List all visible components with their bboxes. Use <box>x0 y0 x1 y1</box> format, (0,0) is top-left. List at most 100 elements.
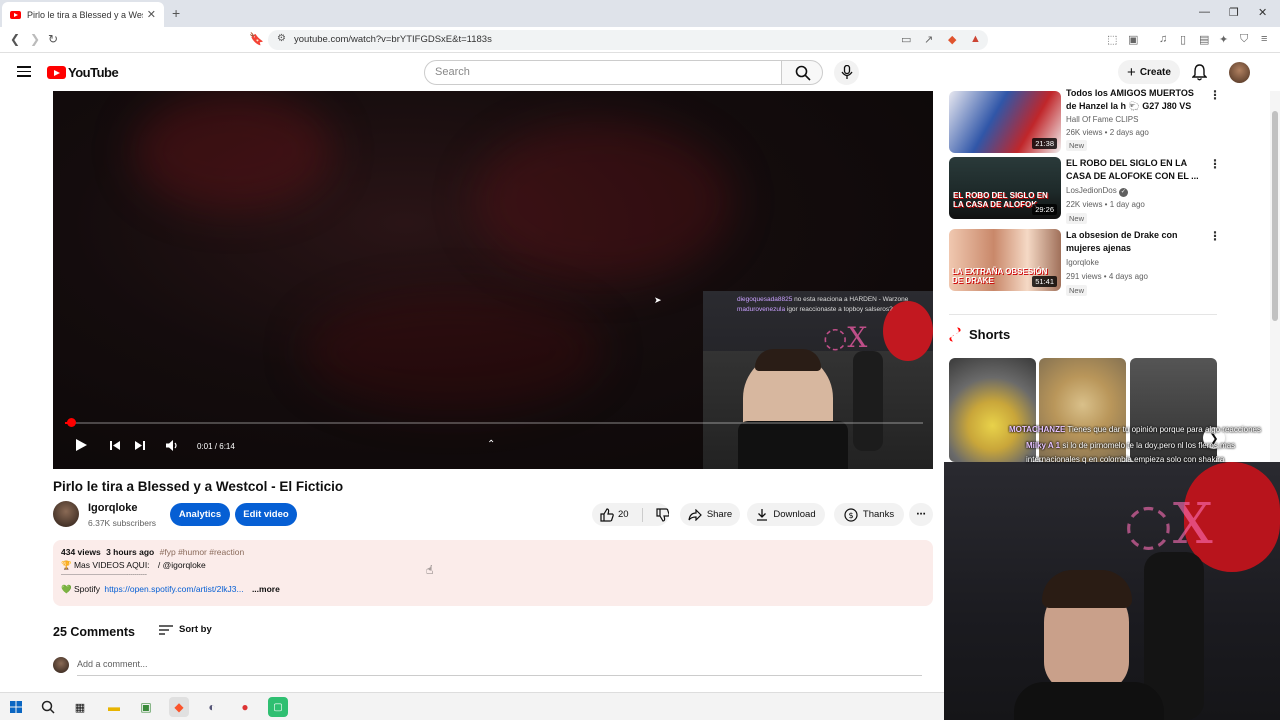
hashtags[interactable]: #fyp #humor #reaction <box>160 547 245 557</box>
chat-user: MOTACHANZE <box>1009 425 1066 434</box>
hamburger-menu-icon[interactable] <box>17 66 31 77</box>
next-icon[interactable] <box>135 441 145 450</box>
browser-tab[interactable]: Pirlo le tira a Blessed y a Westco ✕ <box>2 2 164 27</box>
volume-icon[interactable] <box>166 440 178 451</box>
recommended-video[interactable]: EL ROBO DEL SIGLO EN LA CASA DE ALOFOK 29… <box>949 157 1221 224</box>
new-tab-icon[interactable]: + <box>172 5 180 21</box>
description-line: Mas VIDEOS AQUI: <box>73 560 150 570</box>
tab-close-icon[interactable]: ✕ <box>147 8 156 21</box>
more-actions-icon[interactable]: ⋯ <box>909 503 933 526</box>
extensions-icon[interactable]: ⬚ <box>1107 33 1117 46</box>
play-icon[interactable] <box>75 438 88 452</box>
recommended-channel[interactable]: LosJedionDos ✓ <box>1066 186 1128 197</box>
vpn-icon[interactable]: ⛉ <box>1240 33 1248 46</box>
search-button[interactable] <box>781 60 823 85</box>
recommended-title[interactable]: Todos los AMIGOS MUERTOS de Hanzel la h … <box>1066 87 1201 114</box>
sort-by-button[interactable]: Sort by <box>159 624 212 635</box>
forward-icon[interactable]: ❯ <box>30 32 40 46</box>
share-button[interactable]: Share <box>680 503 740 526</box>
show-more-button[interactable]: ...more <box>252 584 280 594</box>
address-bar[interactable]: ⚙ youtube.com/watch?v=brYTIFGDSxE&t=1183… <box>268 30 988 50</box>
cast-icon[interactable]: ▭ <box>901 33 911 46</box>
site-settings-icon[interactable]: ⚙ <box>277 33 286 44</box>
page-scrollbar[interactable] <box>1270 91 1280 462</box>
voice-search-button[interactable] <box>834 60 859 85</box>
view-count: 434 views <box>61 547 101 557</box>
recommended-video[interactable]: LA EXTRAÑA OBSESIÓN DE DRAKE 51:41 La obs… <box>949 229 1221 296</box>
restore-icon[interactable]: ❐ <box>1229 6 1239 19</box>
reload-icon[interactable]: ↻ <box>48 32 58 46</box>
description-box[interactable]: 434 views 3 hours ago #fyp #humor #react… <box>53 540 933 606</box>
video-player[interactable]: ◌X diegoquesada8825 no esta reaciona a H… <box>53 91 933 469</box>
share-page-icon[interactable]: ↗ <box>924 33 933 46</box>
windows-taskbar: ▦ ▬ ▣ ◆ ◐ ● ▢ <box>0 692 944 720</box>
back-icon[interactable]: ❮ <box>10 32 20 46</box>
channel-name[interactable]: Igorqloke <box>88 502 138 514</box>
minimize-icon[interactable]: — <box>1199 6 1210 18</box>
svg-text:$: $ <box>848 511 853 520</box>
browser-tab-bar: Pirlo le tira a Blessed y a Westco ✕ + —… <box>0 0 1280 27</box>
add-comment-input[interactable]: Add a comment... <box>77 659 922 676</box>
thumbs-down-icon[interactable] <box>655 507 669 522</box>
progress-scrubber[interactable] <box>67 418 76 427</box>
recommended-title[interactable]: EL ROBO DEL SIGLO EN LA CASA DE ALOFOKE … <box>1066 157 1201 183</box>
more-options-icon[interactable]: ⋮ <box>1209 88 1221 102</box>
upload-age: 3 hours ago <box>106 547 155 557</box>
app-icon[interactable]: ◐ <box>202 697 222 717</box>
file-explorer-icon[interactable]: ▬ <box>104 697 124 717</box>
notifications-bell-icon[interactable] <box>1192 64 1207 81</box>
previous-icon[interactable] <box>110 441 120 450</box>
recommended-title[interactable]: La obsesion de Drake con mujeres ajenas <box>1066 229 1201 255</box>
media-icon[interactable]: ♫ <box>1159 33 1167 45</box>
thanks-button[interactable]: $ Thanks <box>834 503 904 526</box>
chat-user: Milky A 1 <box>1026 441 1061 450</box>
store-icon[interactable]: ▣ <box>136 697 156 717</box>
brave-rewards-icon[interactable]: ▲ <box>970 33 981 45</box>
youtube-header: YouTube Search + Create <box>0 53 1280 91</box>
scrollbar-thumb[interactable] <box>1272 111 1278 321</box>
more-options-icon[interactable]: ⋮ <box>1209 229 1221 243</box>
recommended-meta: 22K views • 1 day ago <box>1066 200 1145 209</box>
webcam-chat-overlay: MOTACHANZE Tienes que dar tu opinión por… <box>1000 423 1270 467</box>
channel-handle-link[interactable]: / @igorqloke <box>158 560 206 570</box>
taskbar-search-icon[interactable] <box>38 697 58 717</box>
youtube-logo[interactable]: YouTube <box>47 65 119 80</box>
sidebar-toggle-icon[interactable]: ▯ <box>1180 33 1186 46</box>
close-window-icon[interactable]: ✕ <box>1258 6 1267 19</box>
windows-start-icon[interactable] <box>6 697 26 717</box>
wallet-icon[interactable]: ▤ <box>1199 33 1209 46</box>
video-thumbnail[interactable]: 21:38 <box>949 91 1061 153</box>
brave-browser-icon[interactable]: ◆ <box>169 697 189 717</box>
new-badge: New <box>1066 285 1088 296</box>
account-avatar[interactable] <box>1229 62 1250 83</box>
download-button[interactable]: Download <box>747 503 825 526</box>
sort-icon <box>159 624 173 635</box>
progress-bar[interactable] <box>65 418 923 427</box>
recommended-video[interactable]: 21:38 Todos los AMIGOS MUERTOS de Hanzel… <box>949 88 1221 153</box>
menu-icon[interactable]: ≡ <box>1261 33 1267 45</box>
video-thumbnail[interactable]: LA EXTRAÑA OBSESIÓN DE DRAKE 51:41 <box>949 229 1061 291</box>
recommended-channel[interactable]: Hall Of Fame CLIPS <box>1066 115 1138 124</box>
channel-avatar[interactable] <box>53 501 79 527</box>
recommended-channel[interactable]: Igorqloke <box>1066 258 1099 267</box>
edit-video-button[interactable]: Edit video <box>235 503 297 526</box>
bookmark-icon[interactable]: 🔖 <box>249 32 264 46</box>
screenshot-icon[interactable]: ▣ <box>1128 33 1138 46</box>
brave-shields-icon[interactable]: ◆ <box>948 33 956 46</box>
analytics-button[interactable]: Analytics <box>170 503 230 526</box>
like-button[interactable]: 20 <box>600 507 629 522</box>
search-input[interactable]: Search <box>424 60 782 85</box>
create-button[interactable]: + Create <box>1118 60 1180 84</box>
video-thumbnail[interactable]: EL ROBO DEL SIGLO EN LA CASA DE ALOFOK 29… <box>949 157 1061 219</box>
app-icon[interactable]: ▢ <box>268 697 288 717</box>
video-duration: 21:38 <box>1032 138 1057 149</box>
task-view-icon[interactable]: ▦ <box>70 697 90 717</box>
chevron-up-icon[interactable]: ⌃ <box>487 439 495 450</box>
browser-nav-bar: ❮ ❯ ↻ 🔖 ⚙ youtube.com/watch?v=brYTIFGDSx… <box>0 27 1280 53</box>
microphone-prop <box>853 351 883 451</box>
more-options-icon[interactable]: ⋮ <box>1209 157 1221 171</box>
app-icon[interactable]: ● <box>235 697 255 717</box>
share-label: Share <box>706 509 733 520</box>
leo-ai-icon[interactable]: ✦ <box>1219 33 1228 46</box>
spotify-link[interactable]: https://open.spotify.com/artist/2lkJ3... <box>104 584 243 594</box>
